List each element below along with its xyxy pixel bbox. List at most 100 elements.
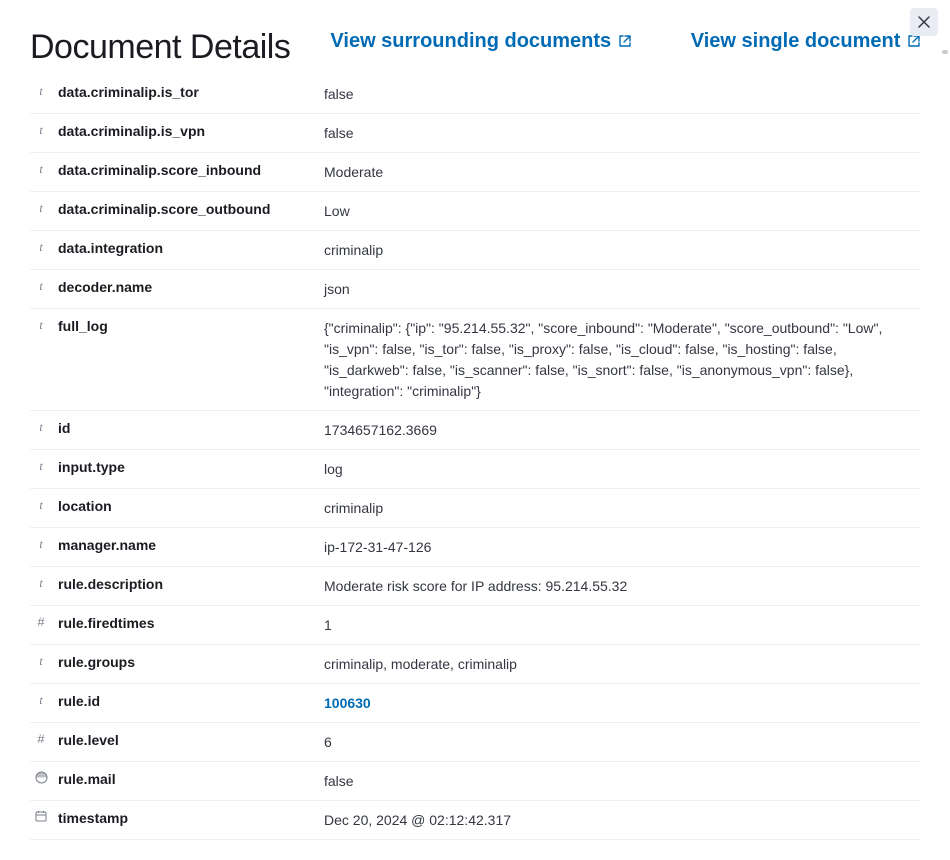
scrollbar[interactable] [942,50,948,54]
field-value: criminalip [324,239,920,261]
field-value: json [324,278,920,300]
table-row: t data.criminalip.score_inboundModerate [30,153,920,192]
field-name: rule.firedtimes [52,614,324,631]
field-name: location [52,497,324,514]
close-icon [917,15,931,29]
field-name: rule.level [52,731,324,748]
field-name: input.type [52,458,324,475]
table-row: tid1734657162.3669 [30,411,920,450]
field-type-icon-cell [30,770,52,784]
string-type-icon: t [39,459,42,474]
field-value: ip-172-31-47-126 [324,536,920,558]
field-type-icon-cell: t [30,83,52,99]
string-type-icon: t [39,240,42,255]
number-type-icon: # [37,732,45,747]
view-single-link[interactable]: View single document [691,28,920,54]
field-type-icon-cell: t [30,239,52,255]
string-type-icon: t [39,201,42,216]
field-name: decoder.name [52,278,324,295]
table-row: t data.criminalip.is_torfalse [30,75,920,114]
view-single-label: View single document [691,30,901,52]
field-type-icon-cell: t [30,497,52,513]
document-fields-table: tdata.criminalip.is_torfalsetdata.crimin… [30,75,920,840]
field-type-icon-cell: t [30,278,52,294]
table-row: # rule.firedtimes1 [30,606,920,645]
table-row: t data.criminalip.is_vpnfalse [30,114,920,153]
view-surrounding-link[interactable]: View surrounding documents [330,28,630,54]
field-name: data.criminalip.score_inbound [52,161,324,178]
page-title: Document Details [30,28,330,67]
table-row: t data.integrationcriminalip [30,231,920,270]
field-name: rule.mail [52,770,324,787]
field-value: Moderate [324,161,920,183]
field-value: criminalip [324,497,920,519]
table-row: # rule.level6 [30,723,920,762]
field-name: rule.id [52,692,324,709]
field-value: {"criminalip": {"ip": "95.214.55.32", "s… [324,317,920,402]
field-value-link[interactable]: 100630 [324,692,920,714]
table-row: t decoder.namejson [30,270,920,309]
field-type-icon-cell: t [30,653,52,669]
field-type-icon-cell: t [30,692,52,708]
field-name: rule.groups [52,653,324,670]
field-value: log [324,458,920,480]
table-row: rule.mailfalse [30,762,920,801]
field-value: false [324,770,920,792]
field-type-icon-cell: t [30,122,52,138]
field-type-icon-cell: t [30,161,52,177]
table-row: t full_log{"criminalip": {"ip": "95.214.5… [30,309,920,411]
table-row: t data.criminalip.score_outboundLow [30,192,920,231]
field-value: criminalip, moderate, criminalip [324,653,920,675]
field-value: Moderate risk score for IP address: 95.2… [324,575,920,597]
boolean-type-icon [35,771,48,784]
string-type-icon: t [39,318,42,333]
table-row: t locationcriminalip [30,489,920,528]
field-type-icon-cell: t [30,575,52,591]
field-name: id [52,419,324,436]
field-name: data.criminalip.is_tor [52,83,324,100]
field-name: rule.description [52,575,324,592]
field-value: Low [324,200,920,222]
view-surrounding-label: View surrounding documents [330,30,611,52]
field-type-icon-cell: t [30,536,52,552]
field-type-icon-cell: t [30,419,52,435]
table-row: t manager.nameip-172-31-47-126 [30,528,920,567]
number-type-icon: # [37,615,45,630]
field-value: 6 [324,731,920,753]
field-value: 1 [324,614,920,636]
field-value: Dec 20, 2024 @ 02:12:42.317 [324,809,920,831]
field-type-icon-cell: t [30,200,52,216]
field-value: false [324,122,920,144]
close-button[interactable] [910,8,938,36]
string-type-icon: t [39,162,42,177]
string-type-icon: t [39,279,42,294]
table-row: t rule.id100630 [30,684,920,723]
popout-icon [619,35,631,47]
field-type-icon-cell: t [30,458,52,474]
string-type-icon: t [39,576,42,591]
field-value: false [324,83,920,105]
string-type-icon: t [39,84,42,99]
string-type-icon: t [39,420,42,435]
string-type-icon: t [39,498,42,513]
table-row: t input.typelog [30,450,920,489]
string-type-icon: t [39,123,42,138]
field-value: 1734657162.3669 [324,419,920,441]
field-name: full_log [52,317,324,334]
field-type-icon-cell: # [30,731,52,747]
date-type-icon [35,810,47,822]
field-name: data.criminalip.is_vpn [52,122,324,139]
field-name: timestamp [52,809,324,826]
field-name: data.integration [52,239,324,256]
field-name: manager.name [52,536,324,553]
field-type-icon-cell [30,809,52,822]
string-type-icon: t [39,693,42,708]
string-type-icon: t [39,537,42,552]
table-row: trule.groupscriminalip, moderate, crimin… [30,645,920,684]
popout-icon [908,35,920,47]
table-row: timestampDec 20, 2024 @ 02:12:42.317 [30,801,920,840]
field-type-icon-cell: t [30,317,52,333]
field-type-icon-cell: # [30,614,52,630]
table-row: t rule.descriptionModerate risk score for… [30,567,920,606]
field-name: data.criminalip.score_outbound [52,200,324,217]
